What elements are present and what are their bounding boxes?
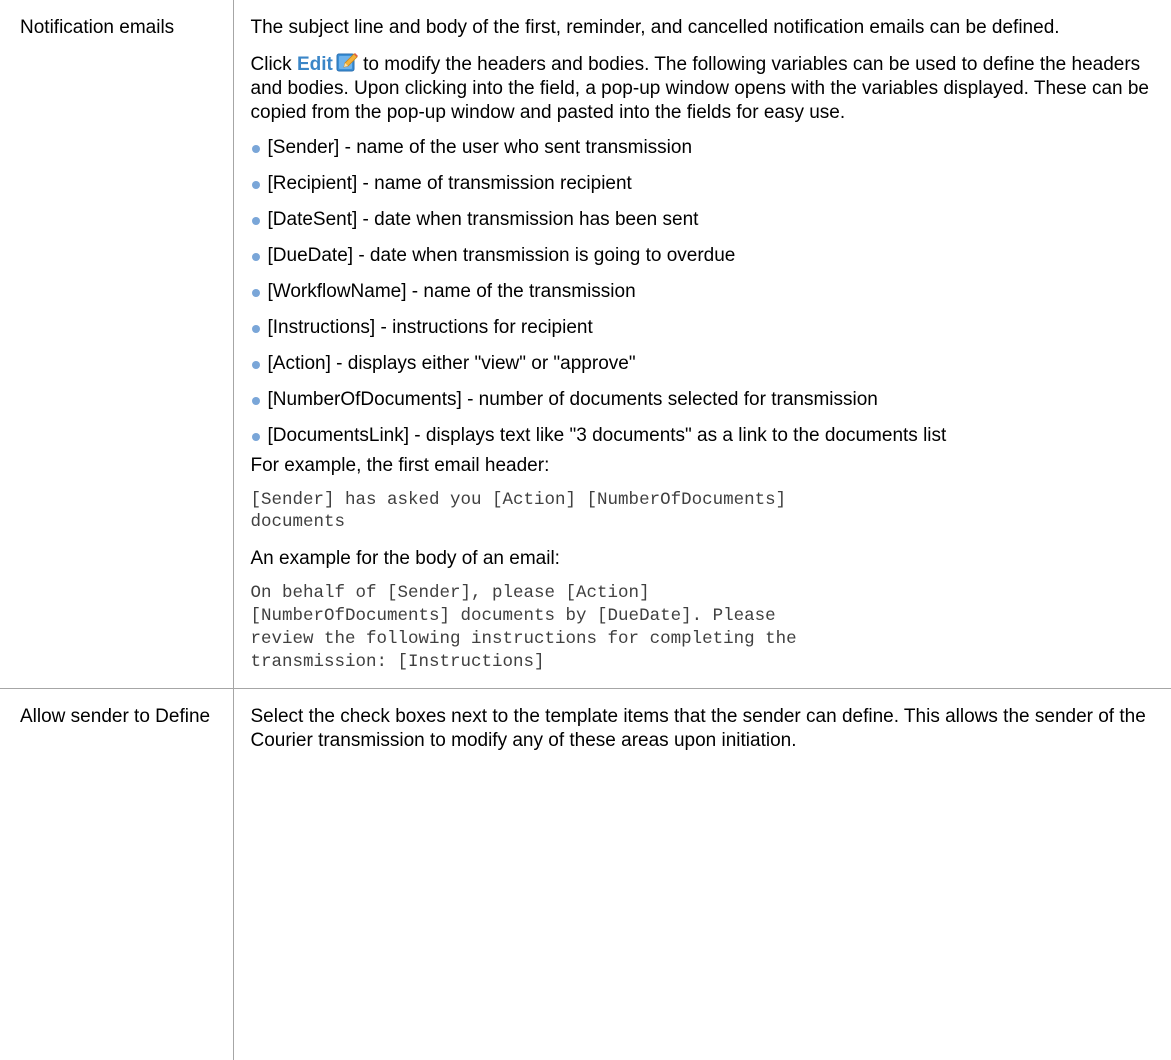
bullet-dot-icon (251, 145, 260, 153)
variable-text: [Action] - displays either "view" or "ap… (267, 353, 636, 374)
bullet-dot-icon (251, 181, 260, 189)
description-cell: The subject line and body of the first, … (232, 0, 1171, 689)
header-example-intro: For example, the first email header: (250, 455, 550, 476)
variable-text: [Recipient] - name of transmission recip… (267, 173, 632, 194)
variable-text: [DocumentsLink] - displays text like "3 … (267, 425, 947, 446)
intro-text: The subject line and body of the first, … (250, 17, 1060, 38)
bullet-dot-icon (251, 361, 260, 369)
description-cell: Select the check boxes next to the templ… (232, 688, 1171, 1060)
list-item: [Instructions] - instructions for recipi… (251, 316, 1154, 340)
list-item: [NumberOfDocuments] - number of document… (251, 388, 1154, 412)
bullet-dot-icon (251, 253, 260, 261)
row-label-allow-sender: Allow sender to Define (20, 706, 211, 727)
bullet-dot-icon (251, 217, 260, 225)
list-item: [WorkflowName] - name of the transmissio… (251, 280, 1154, 304)
bullet-dot-icon (251, 397, 260, 405)
list-item: [DocumentsLink] - displays text like "3 … (251, 424, 1154, 448)
edit-instruction-paragraph: Click Edit to modify the headers and bod… (251, 51, 1154, 125)
settings-table: Notification emails The subject line and… (0, 0, 1171, 1060)
bullet-dot-icon (251, 289, 260, 297)
edit-link[interactable]: Edit (297, 54, 333, 75)
list-item: [Sender] - name of the user who sent tra… (251, 136, 1154, 160)
label-cell: Allow sender to Define (0, 688, 234, 1060)
header-example-code: [Sender] has asked you [Action] [NumberO… (250, 490, 787, 532)
body-example-intro: An example for the body of an email: (250, 548, 560, 569)
bullet-dot-icon (251, 325, 260, 333)
variables-list: [Sender] - name of the user who sent tra… (251, 136, 1154, 448)
body-example-code: On behalf of [Sender], please [Action] [… (250, 583, 797, 672)
variable-text: [DateSent] - date when transmission has … (267, 209, 699, 230)
click-prefix: Click (250, 54, 297, 75)
table-row-notification-emails: Notification emails The subject line and… (0, 0, 1171, 689)
list-item: [DueDate] - date when transmission is go… (251, 244, 1154, 268)
list-item: [DateSent] - date when transmission has … (251, 208, 1154, 232)
allow-sender-text: Select the check boxes next to the templ… (250, 706, 1146, 751)
variable-text: [Sender] - name of the user who sent tra… (267, 137, 693, 158)
variable-text: [DueDate] - date when transmission is go… (267, 245, 736, 266)
edit-pencil-icon[interactable] (336, 51, 358, 73)
list-item: [Recipient] - name of transmission recip… (251, 172, 1154, 196)
row-label-notification-emails: Notification emails (20, 17, 175, 38)
click-suffix: to modify the headers and bodies. The fo… (250, 54, 1150, 123)
variable-text: [NumberOfDocuments] - number of document… (267, 389, 878, 410)
label-cell: Notification emails (0, 0, 234, 689)
table-row-allow-sender-to-define: Allow sender to Define Select the check … (0, 688, 1171, 1060)
bullet-dot-icon (251, 433, 260, 441)
variable-text: [Instructions] - instructions for recipi… (267, 317, 593, 338)
variable-text: [WorkflowName] - name of the transmissio… (267, 281, 636, 302)
list-item: [Action] - displays either "view" or "ap… (251, 352, 1154, 376)
